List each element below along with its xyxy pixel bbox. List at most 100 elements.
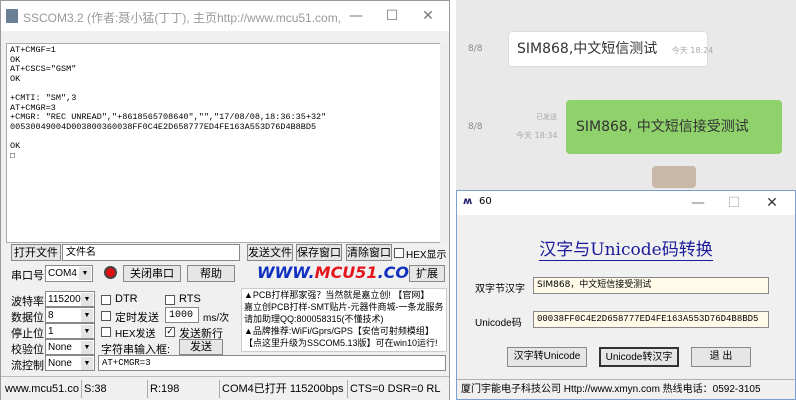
stopbits-label: 停止位 xyxy=(11,328,44,340)
minimize-icon[interactable]: — xyxy=(343,6,369,26)
app-icon: ʍ xyxy=(463,196,473,207)
terminal-line: □ xyxy=(10,150,16,161)
sent-message-time: 今天 18:34 xyxy=(516,131,558,140)
port-value: COM4 xyxy=(48,268,77,279)
title-bar: SSCOM3.2 (作者:聂小猛(丁丁), 主页http://www.mcu51… xyxy=(1,1,449,31)
interval-unit: ms/次 xyxy=(203,313,230,324)
dtr-checkbox[interactable] xyxy=(101,295,111,305)
baud-value: 115200 xyxy=(48,294,81,305)
received-message-text: SIM868,中文短信测试 xyxy=(517,41,658,57)
help-button[interactable]: 帮助 xyxy=(187,265,235,282)
rts-checkbox[interactable] xyxy=(165,295,175,305)
send-file-button[interactable]: 发送文件 xyxy=(247,244,293,261)
send-input[interactable]: AT+CMGR=3 xyxy=(98,355,446,371)
maximize-icon[interactable]: ☐ xyxy=(721,193,747,213)
unicode-tool-window: ʍ 60 — ☐ ✕ 汉字与Unicode码转换 双字节汉字 SIM868，中文… xyxy=(456,190,796,400)
timed-send-label: 定时发送 xyxy=(115,312,159,324)
sent-status-label: 已发送 xyxy=(536,113,557,121)
chevron-down-icon: ▼ xyxy=(81,325,93,338)
open-file-button[interactable]: 打开文件 xyxy=(11,244,61,261)
received-message-bubble[interactable]: SIM868,中文短信测试 今天 18:24 xyxy=(508,31,713,67)
file-name-input[interactable]: 文件名 xyxy=(62,244,240,261)
ad-line[interactable]: 请加助理QQ:800058315(不懂技术) xyxy=(242,313,446,325)
databits-value: 8 xyxy=(48,310,54,321)
minimize-icon[interactable]: — xyxy=(685,193,711,213)
status-bar: www.mcu51.cor S:38 R:198 COM4已打开 115200b… xyxy=(1,376,449,400)
port-select[interactable]: COM4 ▼ xyxy=(45,265,93,282)
parity-value: None xyxy=(48,342,72,353)
maximize-icon[interactable]: ☐ xyxy=(379,6,405,26)
baud-label: 波特率 xyxy=(11,296,44,308)
send-newline-checkbox[interactable]: ✓ xyxy=(165,327,175,337)
expand-button[interactable]: 扩展 xyxy=(409,265,445,282)
hanzi-input[interactable]: SIM868，中文短信接受测试 xyxy=(533,277,769,294)
window-title: 60 xyxy=(479,196,492,207)
stopbits-select[interactable]: 1 ▼ xyxy=(45,323,95,339)
interval-input[interactable]: 1000 xyxy=(165,307,199,323)
port-label: 串口号 xyxy=(11,270,44,282)
receive-terminal[interactable]: AT+CMGF=1 OK AT+CSCS="GSM" OK +CMTI: "SM",3… xyxy=(6,43,446,243)
ad-line[interactable]: 【点这里升级为SSCOM5.13版】可在win10运行! xyxy=(242,337,446,349)
terminal-scrollbar[interactable] xyxy=(440,43,447,243)
flow-select[interactable]: None ▼ xyxy=(45,355,95,371)
rts-label: RTS xyxy=(179,293,201,305)
to-unicode-button[interactable]: 汉字转Unicode xyxy=(507,347,587,367)
close-icon[interactable]: ✕ xyxy=(759,193,785,213)
terminal-line: OK xyxy=(10,73,21,84)
title-bar: ʍ 60 — ☐ ✕ xyxy=(457,191,795,215)
send-button[interactable]: 发送 xyxy=(179,339,223,355)
flow-value: None xyxy=(48,358,72,369)
app-icon xyxy=(6,9,18,23)
close-icon[interactable]: ✕ xyxy=(415,6,441,26)
brand-logo[interactable]: WWW.MCU51.COM xyxy=(257,263,425,282)
terminal-line: 00530049004D003800360038FF0C4E2D658777ED… xyxy=(10,121,317,132)
status-port: COM4已打开 115200bps xyxy=(219,380,345,398)
chevron-down-icon: ▼ xyxy=(81,357,93,370)
brand-prefix: WWW. xyxy=(257,263,315,282)
sent-message-text: SIM868, 中文短信接受测试 xyxy=(576,119,749,135)
chevron-down-icon: ▼ xyxy=(81,309,93,322)
databits-select[interactable]: 8 ▼ xyxy=(45,307,95,323)
status-sent: S:38 xyxy=(81,380,145,398)
message-date: 8/8 xyxy=(468,44,483,54)
chevron-down-icon: ▼ xyxy=(81,293,93,306)
to-hanzi-button[interactable]: Unicode转汉字 xyxy=(599,347,679,367)
ad-panel: ▲PCB打样那家强？当然就是嘉立创! 【官网】 嘉立创PCB打样-SMT贴片-元… xyxy=(241,288,447,352)
parity-label: 校验位 xyxy=(11,344,44,356)
hex-send-checkbox[interactable] xyxy=(101,327,111,337)
ad-line[interactable]: ▲PCB打样那家强？当然就是嘉立创! 【官网】 xyxy=(242,289,446,301)
port-status-icon xyxy=(104,266,117,279)
unicode-input[interactable]: 00038FF0C4E2D658777ED4FE163A553D76D4B8BD… xyxy=(533,311,769,328)
page-title: 汉字与Unicode码转换 xyxy=(457,235,795,261)
chevron-down-icon: ▼ xyxy=(81,341,93,354)
sscom-window: SSCOM3.2 (作者:聂小猛(丁丁), 主页http://www.mcu51… xyxy=(0,0,450,400)
terminal-line: AT+CMGF=1 xyxy=(10,45,56,55)
unicode-label: Unicode码 xyxy=(475,318,522,329)
save-window-button[interactable]: 保存窗口 xyxy=(296,244,342,261)
exit-button[interactable]: 退 出 xyxy=(691,347,751,367)
sent-message-bubble[interactable]: SIM868, 中文短信接受测试 xyxy=(566,100,782,154)
hex-display-checkbox[interactable] xyxy=(394,248,404,258)
message-date: 8/8 xyxy=(468,122,483,132)
status-recv: R:198 xyxy=(147,380,217,398)
clear-window-button[interactable]: 清除窗口 xyxy=(346,244,392,261)
terminal-line: +CMTI: "SM",3 xyxy=(10,92,77,103)
parity-select[interactable]: None ▼ xyxy=(45,339,95,355)
sticker-image xyxy=(652,166,696,188)
brand-mid: MCU51 xyxy=(314,263,378,282)
timed-send-checkbox[interactable] xyxy=(101,311,111,321)
window-title: SSCOM3.2 (作者:聂小猛(丁丁), 主页http://www.mcu51… xyxy=(23,11,343,25)
close-port-button[interactable]: 关闭串口 xyxy=(123,265,181,282)
hex-send-label: HEX发送 xyxy=(115,329,156,340)
flow-label: 流控制 xyxy=(11,360,44,372)
ad-line[interactable]: 嘉立创PCB打样-SMT贴片-元器件商城-一条龙服务 xyxy=(242,301,446,313)
footer-status: 厦门宇能电子科技公司 Http://www.xmyn.com 热线电话：0592… xyxy=(457,379,795,399)
status-url: www.mcu51.cor xyxy=(5,383,79,395)
terminal-line: OK xyxy=(10,140,21,151)
ad-line[interactable]: ▲品牌推荐:WiFi/Gprs/GPS【安信可射频模组】 xyxy=(242,325,446,337)
hanzi-label: 双字节汉字 xyxy=(475,284,525,295)
baud-select[interactable]: 115200 ▼ xyxy=(45,291,95,307)
heading-text: 汉字与Unicode码转换 xyxy=(539,240,713,261)
databits-label: 数据位 xyxy=(11,312,44,324)
